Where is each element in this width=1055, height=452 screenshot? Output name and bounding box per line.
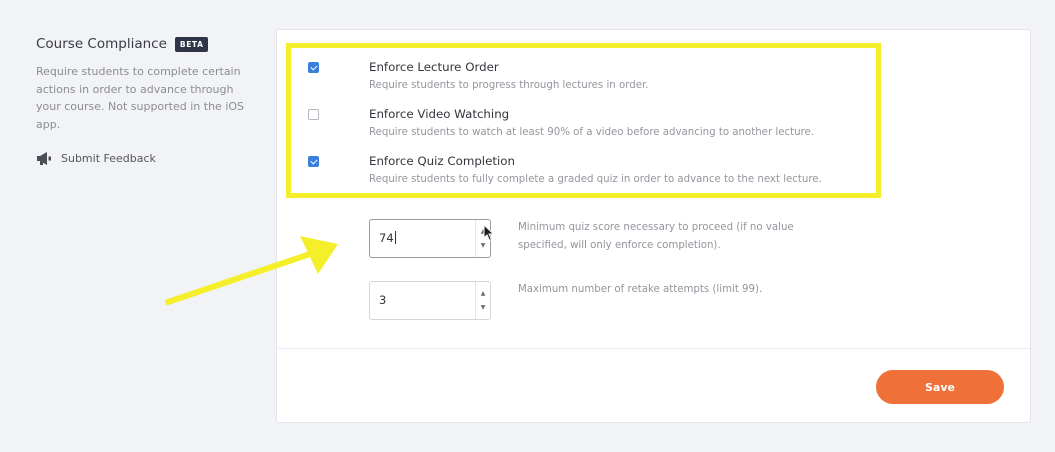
option-enforce-video-watching: Enforce Video Watching Require students … <box>369 107 814 138</box>
section-title: Course Compliance <box>36 36 167 52</box>
option-enforce-lecture-order: Enforce Lecture Order Require students t… <box>369 60 648 91</box>
chevron-down-icon[interactable]: ▼ <box>476 304 490 311</box>
retake-spinner: ▲ ▼ <box>475 282 490 319</box>
min-quiz-score-value: 74 <box>379 231 396 245</box>
max-retake-attempts-input[interactable]: 3 ▲ ▼ <box>369 281 491 320</box>
compliance-settings-card: Enforce Lecture Order Require students t… <box>276 29 1031 423</box>
enforce-video-watching-checkbox[interactable] <box>308 109 319 120</box>
max-retake-value: 3 <box>379 293 387 307</box>
submit-feedback-link[interactable]: Submit Feedback <box>36 151 266 166</box>
chevron-up-icon[interactable]: ▲ <box>476 290 490 297</box>
max-retake-help: Maximum number of retake attempts (limit… <box>518 284 763 295</box>
sidebar: Course Compliance BETA Require students … <box>36 36 266 166</box>
enforce-lecture-order-checkbox[interactable] <box>308 62 319 73</box>
section-header: Course Compliance BETA <box>36 36 266 52</box>
option-description: Require students to progress through lec… <box>369 80 649 91</box>
section-description: Require students to complete certain act… <box>36 65 245 131</box>
submit-feedback-label: Submit Feedback <box>61 152 156 165</box>
enforce-quiz-completion-checkbox[interactable] <box>308 156 319 167</box>
beta-badge: BETA <box>174 36 209 52</box>
option-enforce-quiz-completion: Enforce Quiz Completion Require students… <box>369 154 822 185</box>
option-title: Enforce Video Watching <box>369 107 510 121</box>
option-description: Require students to watch at least 90% o… <box>369 127 814 138</box>
save-button[interactable]: Save <box>876 370 1004 404</box>
min-quiz-score-input[interactable]: 74 ▲ ▼ <box>369 219 491 258</box>
divider <box>277 348 1030 349</box>
min-quiz-score-help: Minimum quiz score necessary to proceed … <box>518 222 794 251</box>
option-title: Enforce Lecture Order <box>369 60 499 74</box>
chevron-down-icon[interactable]: ▼ <box>476 242 490 249</box>
option-description: Require students to fully complete a gra… <box>369 174 822 185</box>
mouse-cursor-icon <box>483 224 495 242</box>
option-title: Enforce Quiz Completion <box>369 154 515 168</box>
megaphone-icon <box>37 152 51 165</box>
